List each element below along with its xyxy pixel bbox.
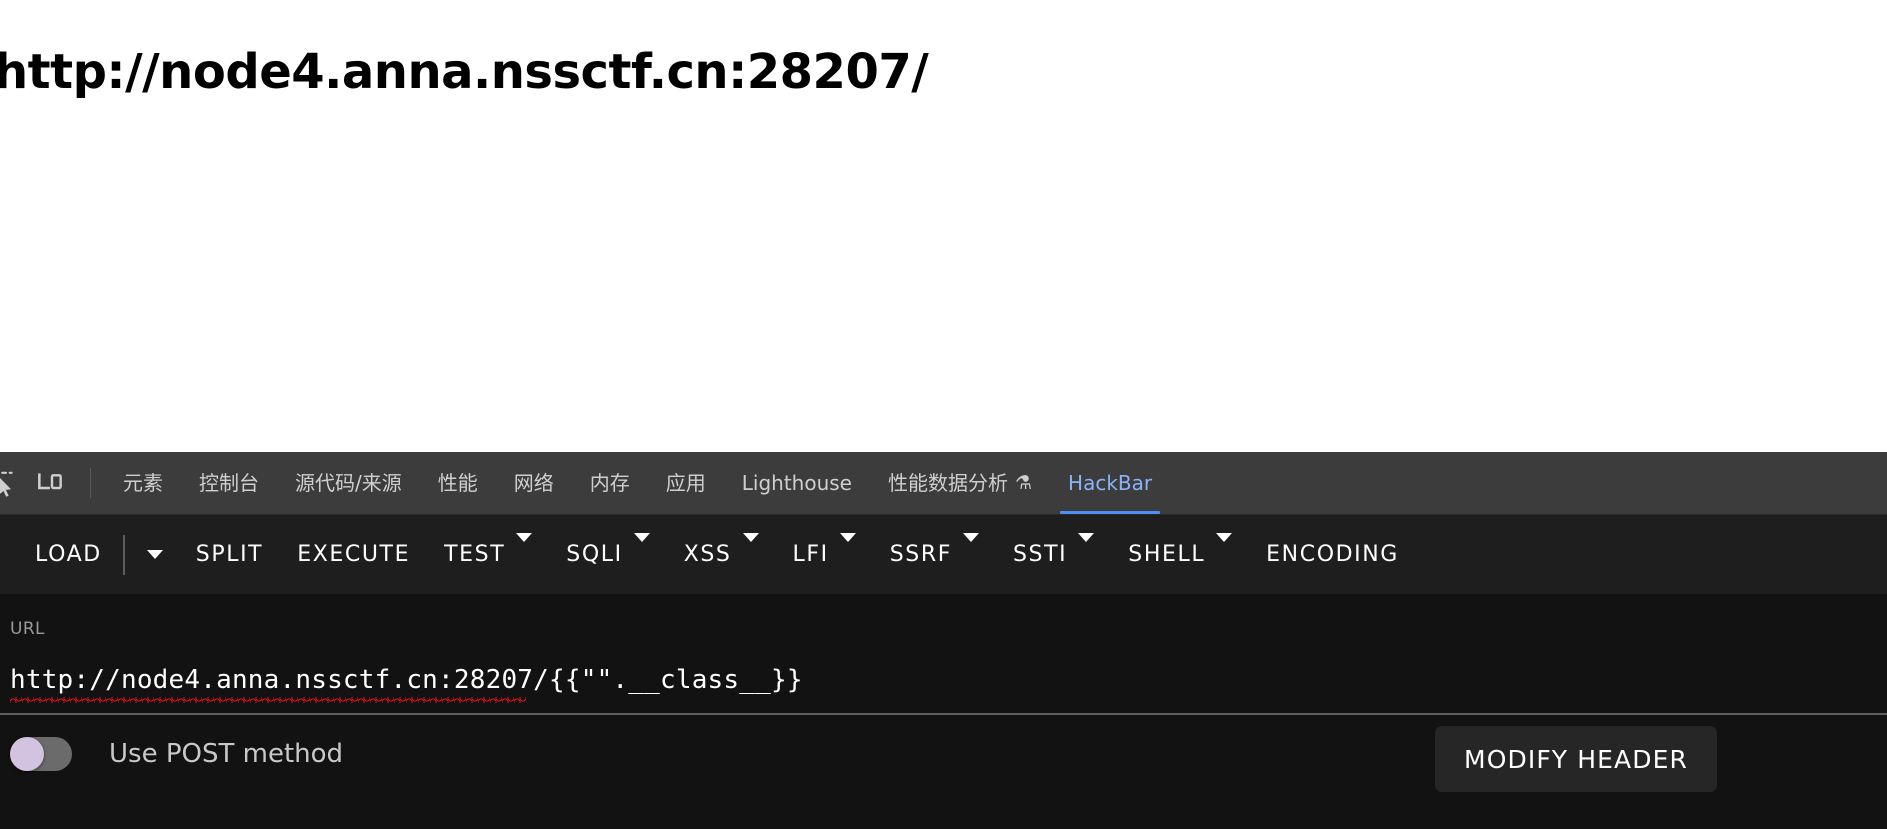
tab-label: 性能数据分析 [887,471,1008,495]
url-input-underline [0,713,1887,715]
ssti-menu-button[interactable]: SSTI [996,532,1111,578]
tab-label: Lighthouse [741,471,852,495]
chevron-down-icon [1216,533,1233,567]
toggle-knob [10,737,44,771]
tab-label: 网络 [513,471,554,495]
chevron-down-icon [146,550,163,559]
shell-menu-button[interactable]: SHELL [1111,532,1249,578]
chevron-down-icon [962,533,979,567]
tab-performance-insights[interactable]: 性能数据分析 ⚗ [870,452,1050,514]
button-label: TEST [444,542,506,567]
tab-memory[interactable]: 内存 [572,452,648,514]
devtools-tabbar: 元素 控制台 源代码/来源 性能 网络 内存 应用 Lighthouse 性能数… [0,452,1887,515]
browser-page-viewport: http://node4.anna.nssctf.cn:28207/ [0,0,1887,452]
toolbar-divider [90,468,91,498]
tab-label: 应用 [665,471,706,495]
ssrf-menu-button[interactable]: SSRF [873,532,996,578]
chevron-down-icon [1078,533,1095,567]
tab-label: 源代码/来源 [295,471,402,495]
sqli-menu-button[interactable]: SQLI [549,532,666,578]
use-post-method-toggle[interactable]: Use POST method [10,737,343,771]
button-label: XSS [683,542,732,567]
hackbar-body: URL http://node4.anna.nssctf.cn:28207/{{… [0,594,1887,829]
page-title: http://node4.anna.nssctf.cn:28207/ [0,44,929,100]
toolbar-separator [122,534,125,575]
toggle-track [10,737,72,771]
devtools-icon-group [0,452,72,514]
execute-button[interactable]: EXECUTE [280,532,427,578]
tab-performance[interactable]: 性能 [420,452,496,514]
hackbar-options-row: Use POST method MODIFY HEADER [0,718,1887,792]
button-label: SPLIT [195,542,264,567]
experiment-flask-icon: ⚗ [1014,471,1033,494]
hackbar-toolbar: LOAD SPLIT EXECUTE TEST SQLI XSS LFI SSR… [0,515,1887,594]
tab-network[interactable]: 网络 [496,452,572,514]
chevron-down-icon [633,533,650,567]
test-menu-button[interactable]: TEST [427,532,549,578]
split-button[interactable]: SPLIT [179,532,280,578]
tab-label: 性能 [437,471,478,495]
devtools-tab-list: 元素 控制台 源代码/来源 性能 网络 内存 应用 Lighthouse 性能数… [105,452,1887,514]
device-toolbar-icon[interactable] [28,462,72,506]
modify-header-button[interactable]: MODIFY HEADER [1435,726,1717,792]
url-field-wrapper: http://node4.anna.nssctf.cn:28207/{{""._… [0,656,1887,715]
url-field-label: URL [10,619,45,639]
encoding-menu-button[interactable]: ENCODING [1249,532,1416,578]
tab-lighthouse[interactable]: Lighthouse [724,452,870,514]
button-label: EXECUTE [297,542,411,567]
devtools-panel: 元素 控制台 源代码/来源 性能 网络 内存 应用 Lighthouse 性能数… [0,452,1887,829]
button-label: MODIFY HEADER [1464,744,1688,774]
tab-hackbar[interactable]: HackBar [1050,452,1170,514]
tab-label: 元素 [123,471,163,495]
load-button[interactable]: LOAD [18,532,119,578]
tab-sources[interactable]: 源代码/来源 [277,452,420,514]
xss-menu-button[interactable]: XSS [667,532,776,578]
button-label: SHELL [1128,542,1206,567]
button-label: SSTI [1012,542,1068,567]
button-label: LOAD [35,542,102,567]
button-label: ENCODING [1266,542,1399,567]
chevron-down-icon [839,533,856,567]
url-input[interactable]: http://node4.anna.nssctf.cn:28207/{{""._… [10,656,1877,704]
tab-label: HackBar [1068,471,1153,495]
load-dropdown-button[interactable] [131,532,179,578]
chevron-down-icon [516,533,533,567]
lfi-menu-button[interactable]: LFI [776,532,873,578]
inspect-element-icon[interactable] [0,462,28,506]
tab-console[interactable]: 控制台 [181,452,277,514]
tab-label: 内存 [589,471,630,495]
tab-application[interactable]: 应用 [648,452,724,514]
use-post-method-label: Use POST method [109,739,344,769]
button-label: SSRF [889,542,952,567]
chevron-down-icon [742,533,759,567]
tab-label: 控制台 [199,471,259,495]
button-label: LFI [792,542,829,567]
tab-elements[interactable]: 元素 [105,452,181,514]
button-label: SQLI [566,542,623,567]
